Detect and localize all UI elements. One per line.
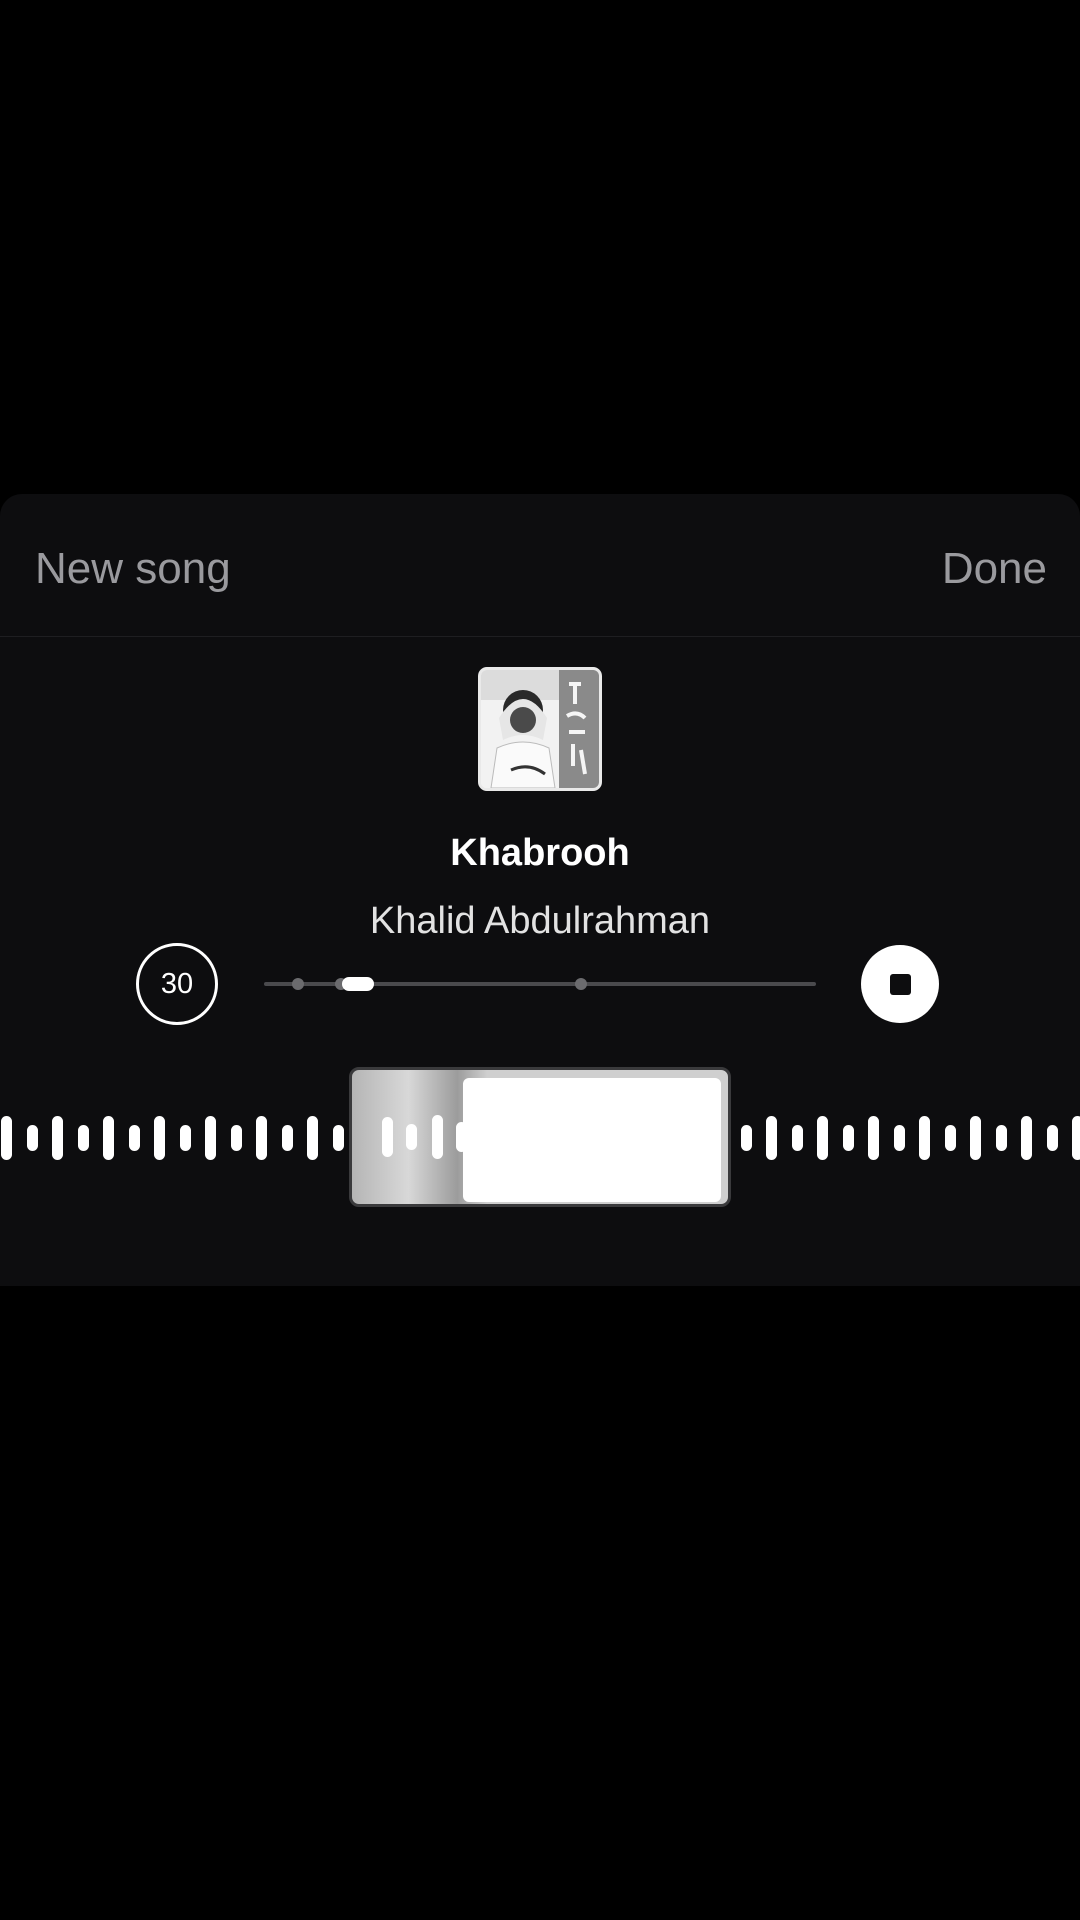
stop-icon: [889, 973, 911, 995]
waveform-bar: [817, 1116, 828, 1160]
waveform-bar: [791, 1125, 803, 1151]
track-marker: [292, 978, 304, 990]
waveform-bar: [1046, 1125, 1058, 1151]
track-marker: [575, 978, 587, 990]
waveform-bar: [406, 1124, 417, 1150]
waveform-bar: [382, 1117, 393, 1157]
waveform-bar: [868, 1116, 879, 1160]
stop-button[interactable]: [861, 945, 939, 1023]
waveform-bar: [52, 1116, 63, 1160]
waveform-bar: [740, 1125, 752, 1151]
clip-selection-window[interactable]: [349, 1067, 731, 1207]
waveform-bar: [26, 1125, 38, 1151]
waveform-bar: [332, 1125, 344, 1151]
clip-duration-button[interactable]: 30: [136, 943, 218, 1025]
waveform-bar: [179, 1125, 191, 1151]
waveform-bar: [995, 1125, 1007, 1151]
waveform-bar: [766, 1116, 777, 1160]
waveform-bar: [307, 1116, 318, 1160]
waveform-bar: [77, 1125, 89, 1151]
done-button[interactable]: Done: [942, 544, 1047, 594]
waveform-bar: [1, 1116, 12, 1160]
waveform-bar: [432, 1115, 443, 1159]
track-position-thumb[interactable]: [342, 977, 374, 991]
waveform-bar: [103, 1116, 114, 1160]
song-title: Khabrooh: [450, 832, 630, 874]
waveform-bar: [893, 1125, 905, 1151]
clip-selection-highlight: [463, 1078, 721, 1202]
waveform-bar: [256, 1116, 267, 1160]
waveform-bar: [230, 1125, 242, 1151]
waveform-bar: [842, 1125, 854, 1151]
waveform-bar: [205, 1116, 216, 1160]
song-artist: Khalid Abdulrahman: [369, 900, 711, 942]
song-picker-sheet: New song Done Khabrooh Khalid Abdulrahma…: [0, 494, 1080, 1286]
album-artwork: [478, 667, 602, 791]
waveform-bar: [128, 1125, 140, 1151]
waveform-bar: [1072, 1116, 1080, 1160]
waveform-bar: [1021, 1116, 1032, 1160]
new-song-button[interactable]: New song: [35, 544, 231, 594]
waveform-bar: [970, 1116, 981, 1160]
waveform-bar: [281, 1125, 293, 1151]
clip-position-track[interactable]: [264, 977, 816, 991]
sheet-header: New song Done: [0, 494, 1080, 637]
album-artwork-image: [481, 670, 599, 788]
waveform-bar: [944, 1125, 956, 1151]
waveform-bar: [154, 1116, 165, 1160]
waveform-bar: [919, 1116, 930, 1160]
